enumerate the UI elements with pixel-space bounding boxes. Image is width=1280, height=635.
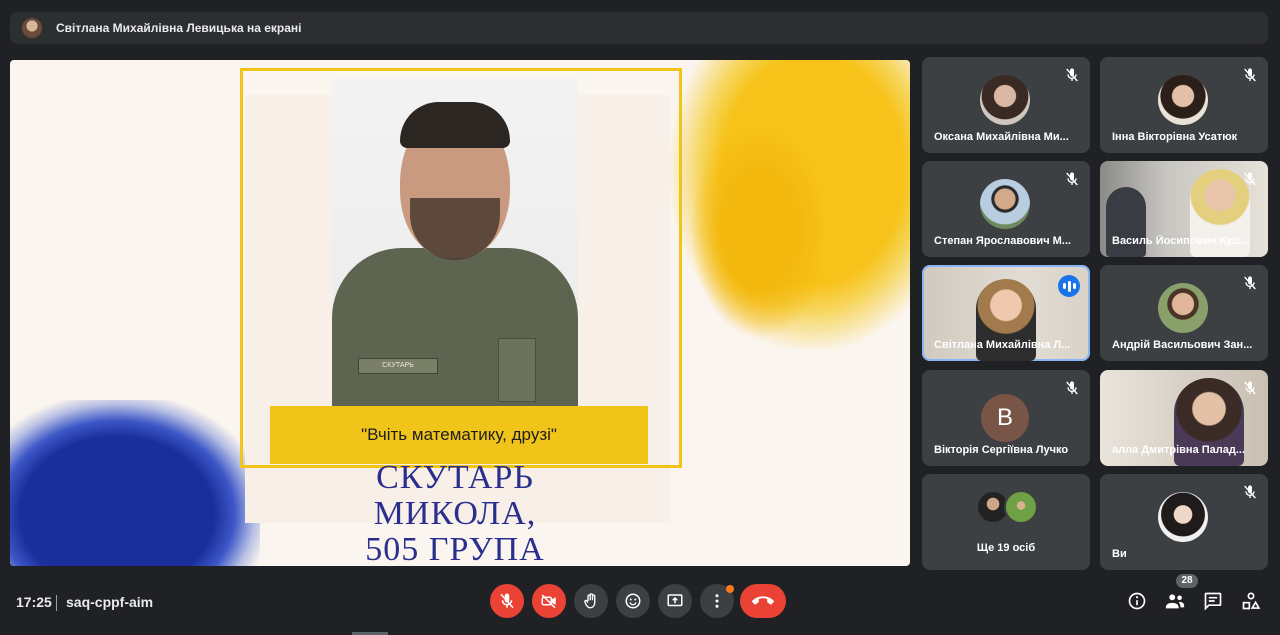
activities-icon — [1242, 592, 1261, 610]
mic-off-icon — [1244, 172, 1256, 186]
notification-dot — [726, 585, 734, 593]
mic-off-icon — [1066, 381, 1078, 395]
people-button[interactable] — [1164, 590, 1186, 612]
clock: 17:25 — [16, 594, 52, 610]
participant-count-badge: 28 — [1176, 574, 1198, 588]
meeting-details-button[interactable] — [1126, 590, 1148, 612]
mic-off-icon — [1244, 276, 1256, 290]
hang-up-icon — [752, 596, 774, 605]
mic-off-icon — [1066, 68, 1078, 82]
participant-name: Василь Йосипович Куш... — [1112, 235, 1251, 247]
participant-name: алла Дмитрівна Палад... — [1112, 444, 1246, 456]
slide-decoration-blue — [10, 400, 260, 566]
camera-off-icon — [541, 594, 556, 609]
uniform-patch — [498, 338, 536, 402]
participant-avatar — [1158, 283, 1208, 333]
slide-quote: "Вчіть математику, друзі" — [270, 406, 648, 464]
reactions-button[interactable] — [616, 584, 650, 618]
slide-student-name: СКУТАРЬ МИКОЛА, 505 ГРУПА — [330, 459, 580, 567]
mic-off-icon — [1244, 485, 1256, 499]
slide-quote-text: "Вчіть математику, друзі" — [361, 425, 557, 444]
participant-name: Степан Ярославович М... — [934, 235, 1071, 247]
participant-name: Інна Вікторівна Усатюк — [1112, 131, 1238, 143]
chat-icon — [1204, 592, 1222, 611]
bottom-control-bar: 17:25 saq-cppf-aim 28 — [0, 574, 1280, 630]
more-participants-label: Ще 19 осіб — [976, 542, 1036, 554]
participant-tile[interactable]: Василь Йосипович Куш... — [1100, 161, 1268, 257]
hand-icon — [584, 593, 596, 609]
self-tile[interactable]: Ви — [1100, 474, 1268, 570]
more-participants-tile[interactable]: Ще 19 осіб — [922, 474, 1090, 570]
slide-name-line-3: 505 ГРУПА — [365, 531, 545, 567]
mic-off-icon — [1244, 68, 1256, 82]
participant-tile[interactable]: Оксана Михайлівна Ми... — [922, 57, 1090, 153]
speaking-indicator-icon — [1058, 275, 1080, 297]
present-icon — [667, 594, 683, 607]
shared-screen: СКУТАРЬ "Вчіть математику, друзі" СКУТАР… — [10, 60, 910, 566]
participant-avatar — [1158, 75, 1208, 125]
participant-tile[interactable]: алла Дмитрівна Палад... — [1100, 370, 1268, 466]
mic-off-icon — [500, 593, 514, 609]
participant-tile-active[interactable]: Світлана Михайлівна Л... — [922, 265, 1090, 361]
more-vert-icon — [715, 594, 719, 608]
uniform-name-tag: СКУТАРЬ — [358, 358, 438, 374]
leave-call-button[interactable] — [740, 584, 786, 618]
activities-button[interactable] — [1240, 590, 1262, 612]
slide-name-line-1: СКУТАРЬ — [376, 459, 534, 496]
participant-tile[interactable]: Інна Вікторівна Усатюк — [1100, 57, 1268, 153]
raise-hand-button[interactable] — [574, 584, 608, 618]
participant-initial-avatar: В — [981, 394, 1029, 442]
participant-name: Вікторія Сергіївна Лучко — [934, 444, 1069, 456]
participant-avatar — [1158, 492, 1208, 542]
mic-off-icon — [1244, 381, 1256, 395]
participant-avatar — [980, 75, 1030, 125]
participant-name: Андрій Васильович Зан... — [1112, 339, 1253, 351]
participant-tile[interactable]: В Вікторія Сергіївна Лучко — [922, 370, 1090, 466]
participant-tile[interactable]: Степан Ярославович М... — [922, 161, 1090, 257]
info-icon — [1128, 592, 1146, 610]
participant-avatar — [980, 179, 1030, 229]
divider — [56, 595, 57, 611]
photo-hair — [400, 102, 510, 148]
emoji-icon — [625, 593, 641, 609]
slide-decoration-yellow-2 — [690, 120, 830, 340]
microphone-toggle-button[interactable] — [490, 584, 524, 618]
participant-name: Оксана Михайлівна Ми... — [934, 131, 1069, 143]
meeting-code: saq-cppf-aim — [66, 594, 154, 610]
participant-name: Світлана Михайлівна Л... — [934, 339, 1071, 351]
present-screen-button[interactable] — [658, 584, 692, 618]
student-photo: СКУТАРЬ — [332, 78, 578, 406]
participant-avatar — [1004, 490, 1038, 524]
slide-name-line-2: МИКОЛА, — [373, 495, 537, 532]
presenter-avatar — [22, 18, 42, 38]
people-icon — [1165, 594, 1185, 609]
presenting-banner-text: Світлана Михайлівна Левицька на екрані — [56, 21, 302, 35]
participant-tile[interactable]: Андрій Васильович Зан... — [1100, 265, 1268, 361]
camera-toggle-button[interactable] — [532, 584, 566, 618]
chat-button[interactable] — [1202, 590, 1224, 612]
photo-body — [332, 248, 578, 406]
mic-off-icon — [1066, 172, 1078, 186]
participant-name: Ви — [1112, 548, 1127, 560]
presenting-banner: Світлана Михайлівна Левицька на екрані — [10, 12, 1268, 44]
